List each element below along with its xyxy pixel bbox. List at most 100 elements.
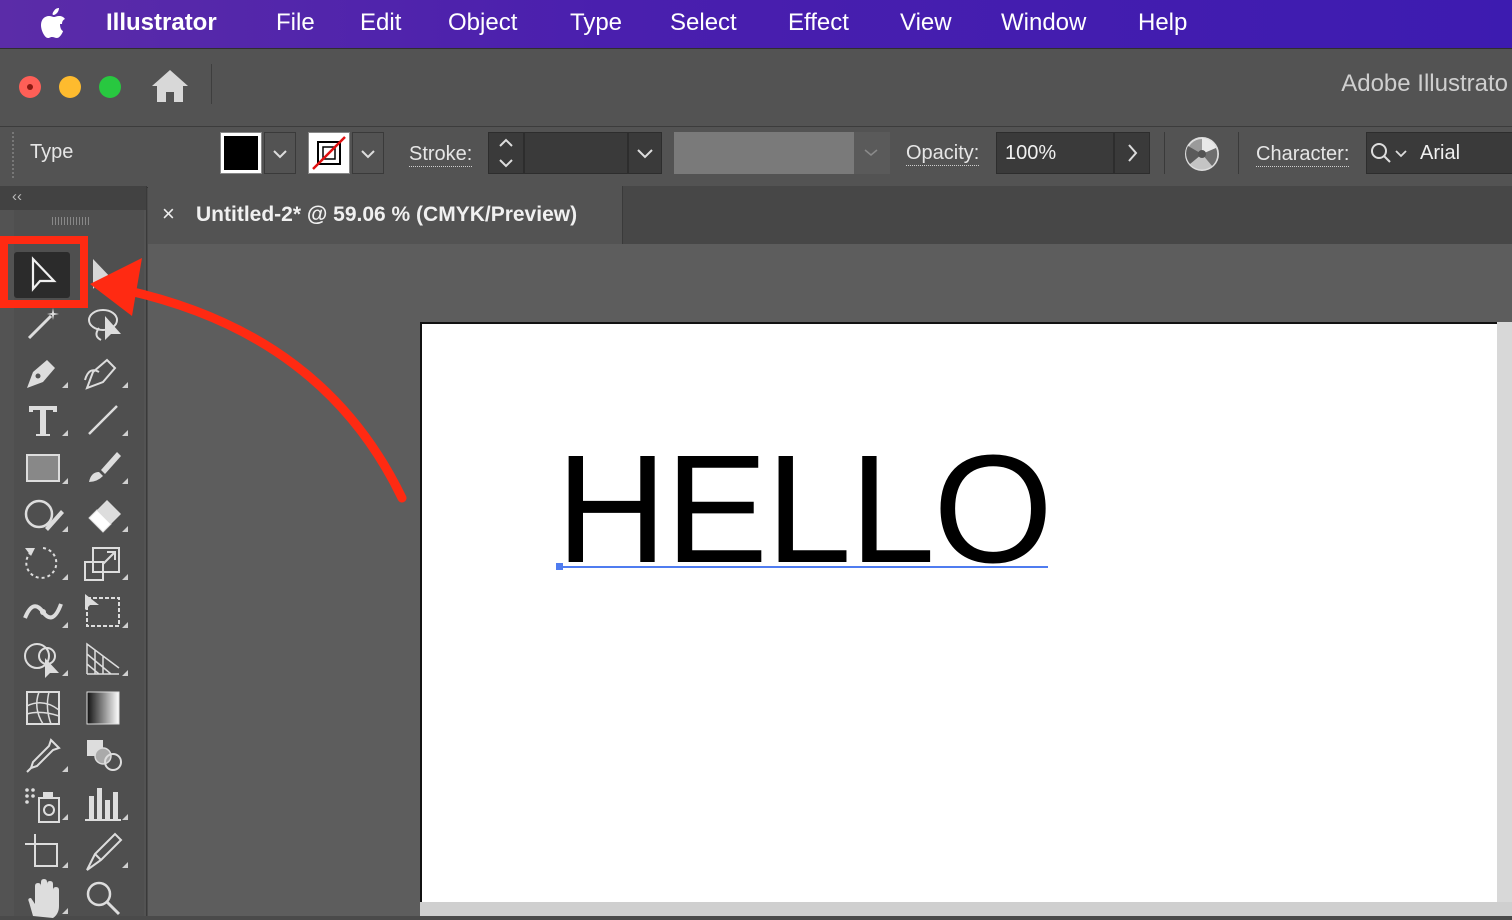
shaper-tool-icon[interactable]: [20, 494, 66, 538]
chevron-down-icon: [864, 149, 878, 156]
eraser-tool-icon[interactable]: [80, 494, 126, 538]
artboard-tool-icon[interactable]: [20, 830, 66, 874]
zoom-tool-icon[interactable]: [80, 876, 126, 920]
window-title-bar: [0, 48, 1512, 127]
vertical-scrollbar[interactable]: [1497, 322, 1512, 916]
stroke-weight-field[interactable]: [524, 132, 628, 174]
slice-tool-icon[interactable]: [80, 830, 126, 874]
menu-type[interactable]: Type: [570, 9, 622, 37]
font-family-value: Arial: [1420, 142, 1461, 164]
magic-wand-tool-icon[interactable]: [20, 302, 66, 346]
paintbrush-tool-icon[interactable]: [80, 446, 126, 490]
blend-tool-icon[interactable]: [80, 734, 126, 778]
artboard[interactable]: [420, 322, 1512, 916]
control-mode-label: Type: [30, 141, 74, 163]
stroke-swatch[interactable]: [308, 132, 350, 174]
character-label[interactable]: Character:: [1256, 143, 1350, 167]
tool-group-indicator: [122, 478, 128, 484]
tool-group-indicator: [122, 382, 128, 388]
rectangle-tool-icon[interactable]: [20, 446, 66, 490]
tool-group-indicator: [122, 622, 128, 628]
tool-group-indicator: [122, 526, 128, 532]
controlbar-divider: [1238, 132, 1239, 174]
fill-dropdown[interactable]: [264, 132, 296, 174]
horizontal-scrollbar[interactable]: [420, 902, 1512, 916]
zoom-window-button[interactable]: [99, 76, 121, 98]
perspective-grid-tool-icon[interactable]: [80, 638, 126, 682]
opacity-field[interactable]: 100%: [996, 132, 1114, 174]
gradient-tool-icon[interactable]: [80, 686, 126, 730]
lasso-tool-icon[interactable]: [80, 302, 126, 346]
collapse-panel-icon[interactable]: ‹‹: [12, 188, 22, 205]
menu-object[interactable]: Object: [448, 9, 517, 37]
curvature-tool-icon[interactable]: [80, 350, 126, 394]
column-graph-tool-icon[interactable]: [80, 782, 126, 826]
window-title: Adobe Illustrato: [1341, 70, 1508, 97]
tool-group-indicator: [122, 574, 128, 580]
text-anchor-point[interactable]: [556, 563, 563, 570]
tool-group-indicator: [122, 670, 128, 676]
font-search-icon: [1371, 143, 1407, 163]
line-segment-tool-icon[interactable]: [80, 398, 126, 442]
stroke-weight-stepper[interactable]: [488, 132, 524, 174]
mesh-tool-icon[interactable]: [20, 686, 66, 730]
menu-view[interactable]: View: [900, 9, 952, 37]
opacity-popup-button[interactable]: [1114, 132, 1150, 174]
controlbar-divider: [1164, 132, 1165, 174]
direct-selection-tool-icon[interactable]: [88, 256, 118, 294]
menu-help[interactable]: Help: [1138, 9, 1187, 37]
menu-effect[interactable]: Effect: [788, 9, 849, 37]
home-icon[interactable]: [150, 68, 190, 104]
control-bar-grip[interactable]: [12, 132, 17, 178]
type-tool-icon[interactable]: [20, 398, 66, 442]
stroke-weight-dropdown[interactable]: [628, 132, 662, 174]
artboard-text-object[interactable]: HELLO: [556, 432, 1053, 586]
tools-panel-grip[interactable]: [52, 217, 90, 225]
stepper-arrows-icon: [499, 138, 513, 168]
menu-select[interactable]: Select: [670, 9, 737, 37]
tool-group-indicator: [62, 622, 68, 628]
tool-group-indicator: [62, 766, 68, 772]
menu-app-name[interactable]: Illustrator: [106, 9, 217, 37]
width-tool-icon[interactable]: [20, 590, 66, 634]
chevron-right-icon: [1128, 144, 1138, 162]
tool-group-indicator: [62, 908, 68, 914]
rotate-tool-icon[interactable]: [20, 542, 66, 586]
variable-width-profile[interactable]: [674, 132, 854, 174]
fill-swatch[interactable]: [220, 132, 262, 174]
menu-window[interactable]: Window: [1001, 9, 1086, 37]
profile-dropdown[interactable]: [854, 132, 890, 174]
stroke-label[interactable]: Stroke:: [409, 143, 473, 167]
close-tab-icon[interactable]: ×: [162, 201, 175, 227]
tool-group-indicator: [62, 862, 68, 868]
apple-icon[interactable]: [38, 6, 68, 40]
recolor-artwork-icon[interactable]: [1182, 134, 1222, 174]
menu-edit[interactable]: Edit: [360, 9, 401, 37]
chevron-down-icon: [637, 149, 653, 159]
tool-group-indicator: [62, 430, 68, 436]
menu-bar: Illustrator File Edit Object Type Select…: [0, 0, 1512, 48]
tool-group-indicator: [62, 526, 68, 532]
opacity-value: 100%: [1005, 142, 1057, 164]
pen-tool-icon[interactable]: [20, 350, 66, 394]
opacity-label[interactable]: Opacity:: [906, 142, 980, 166]
document-tab-title[interactable]: Untitled-2* @ 59.06 % (CMYK/Preview): [196, 203, 577, 227]
shape-builder-tool-icon[interactable]: [20, 638, 66, 682]
tool-group-indicator: [122, 814, 128, 820]
free-transform-tool-icon[interactable]: [80, 590, 126, 634]
no-stroke-icon: [312, 136, 346, 170]
chevron-down-icon: [273, 150, 287, 159]
stroke-dropdown[interactable]: [352, 132, 384, 174]
tool-group-indicator: [62, 670, 68, 676]
tool-group-indicator: [62, 478, 68, 484]
symbol-sprayer-tool-icon[interactable]: [20, 782, 66, 826]
menu-file[interactable]: File: [276, 9, 315, 37]
tools-panel-header: ‹‹: [0, 186, 146, 210]
eyedropper-tool-icon[interactable]: [20, 734, 66, 778]
tool-group-indicator: [122, 430, 128, 436]
hand-tool-icon[interactable]: [20, 876, 66, 920]
scale-tool-icon[interactable]: [80, 542, 126, 586]
font-family-field[interactable]: Arial: [1366, 132, 1512, 174]
close-window-button[interactable]: [19, 76, 41, 98]
minimize-window-button[interactable]: [59, 76, 81, 98]
